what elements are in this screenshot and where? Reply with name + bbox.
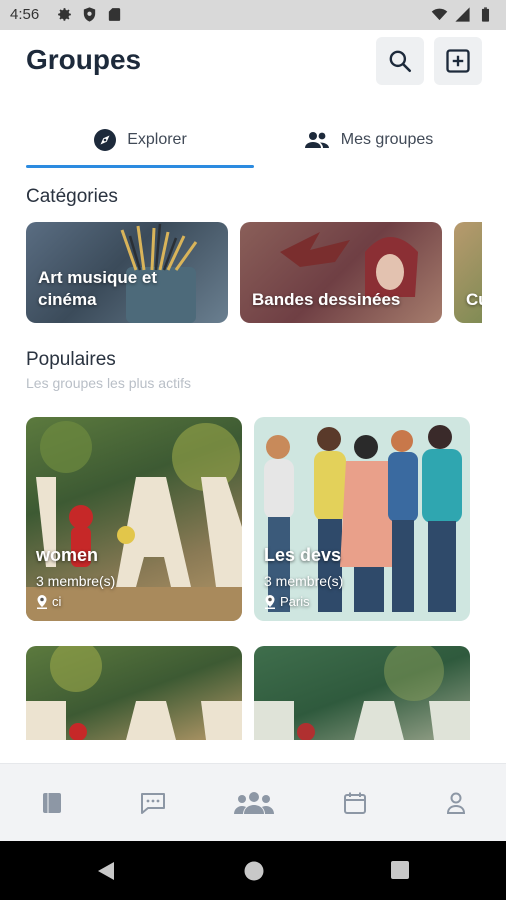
group-member-count: 3 membre(s) bbox=[264, 573, 344, 589]
battery-icon bbox=[481, 7, 490, 22]
group-card-les-devs[interactable]: Les devs 3 membre(s) Paris bbox=[254, 417, 470, 621]
group-card-women[interactable]: women 3 membre(s) ci bbox=[26, 417, 242, 621]
signal-icon bbox=[455, 7, 470, 22]
nav-item-book[interactable] bbox=[32, 788, 72, 818]
group-card-partial-2[interactable] bbox=[254, 646, 470, 740]
bottom-navigation bbox=[0, 763, 506, 841]
home-icon[interactable] bbox=[243, 860, 265, 882]
tab-mes-groupes[interactable]: Mes groupes bbox=[254, 112, 482, 168]
active-tab-indicator bbox=[26, 165, 254, 168]
nav-item-groups[interactable] bbox=[228, 788, 280, 818]
location-pin-icon bbox=[37, 594, 47, 609]
tab-explorer[interactable]: Explorer bbox=[26, 112, 254, 168]
shield-icon bbox=[83, 7, 96, 22]
recents-icon[interactable] bbox=[390, 860, 410, 880]
status-bar: 4:56 bbox=[0, 0, 506, 30]
categories-carousel[interactable]: Art musique et cinéma Bandes dessinées C… bbox=[26, 222, 482, 323]
tab-explorer-label: Explorer bbox=[127, 131, 187, 148]
group-name: Les devs bbox=[264, 545, 342, 565]
category-card-art[interactable]: Art musique et cinéma bbox=[26, 222, 228, 323]
system-navigation-bar bbox=[0, 841, 506, 900]
compass-icon bbox=[94, 129, 117, 151]
people-icon bbox=[304, 132, 329, 148]
back-icon[interactable] bbox=[96, 860, 116, 882]
chat-icon bbox=[141, 793, 165, 814]
popular-title: Populaires bbox=[26, 349, 116, 370]
category-card-partial[interactable]: Cu bbox=[454, 222, 482, 323]
search-icon bbox=[389, 50, 412, 73]
group-image bbox=[254, 646, 470, 740]
tab-mes-groupes-label: Mes groupes bbox=[340, 131, 434, 148]
category-label: Art musique et cinéma bbox=[38, 268, 158, 309]
group-location: ci bbox=[36, 594, 61, 609]
header: Groupes bbox=[0, 30, 506, 92]
group-member-count: 3 membre(s) bbox=[36, 573, 116, 589]
group-location-text: Paris bbox=[280, 594, 310, 609]
calendar-icon bbox=[344, 792, 366, 814]
sim-card-icon bbox=[108, 8, 121, 21]
category-label: Cu bbox=[466, 290, 482, 309]
groups-icon bbox=[234, 792, 274, 814]
nav-item-calendar[interactable] bbox=[335, 788, 375, 818]
location-pin-icon bbox=[265, 594, 275, 609]
add-group-button[interactable] bbox=[434, 37, 482, 85]
nav-item-profile[interactable] bbox=[436, 788, 476, 818]
nav-item-chat[interactable] bbox=[133, 788, 173, 818]
group-card-partial-1[interactable] bbox=[26, 646, 242, 740]
group-location: Paris bbox=[264, 594, 310, 609]
group-image bbox=[264, 425, 462, 612]
wifi-icon bbox=[431, 8, 448, 21]
search-button[interactable] bbox=[376, 37, 424, 85]
group-image bbox=[26, 421, 242, 621]
tab-bar: Explorer Mes groupes bbox=[26, 112, 482, 168]
group-location-text: ci bbox=[52, 594, 62, 609]
app-screen: 4:56 Groupes Explorer Mes groupes Catégo… bbox=[0, 0, 506, 900]
group-name: women bbox=[36, 545, 99, 565]
category-label: Bandes dessinées bbox=[252, 290, 401, 309]
categories-title: Catégories bbox=[26, 186, 118, 207]
page-title: Groupes bbox=[26, 44, 142, 75]
category-card-bd[interactable]: Bandes dessinées bbox=[240, 222, 442, 323]
book-icon bbox=[43, 793, 61, 813]
status-time: 4:56 bbox=[10, 6, 40, 23]
settings-icon bbox=[58, 8, 71, 21]
add-box-icon bbox=[446, 49, 470, 73]
group-image bbox=[26, 646, 242, 740]
person-icon bbox=[446, 792, 466, 814]
popular-subtitle: Les groupes les plus actifs bbox=[26, 375, 191, 391]
